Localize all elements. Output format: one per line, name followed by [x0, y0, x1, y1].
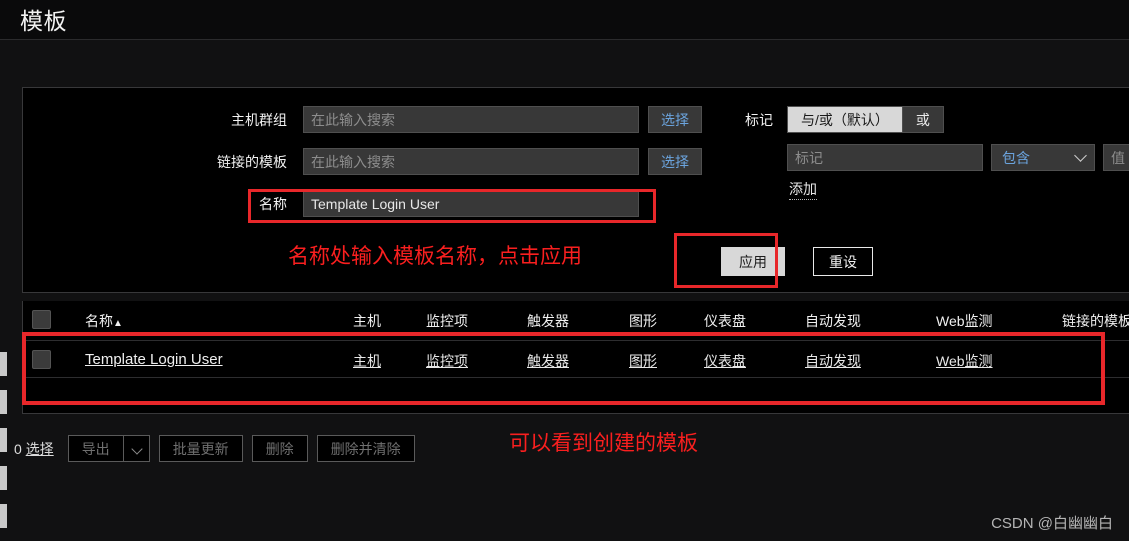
rail-segment — [0, 390, 7, 414]
select-all-checkbox[interactable] — [32, 310, 51, 329]
selected-count-label: 选择 — [25, 440, 54, 457]
chevron-down-icon — [131, 443, 143, 455]
host-group-select-button[interactable]: 选择 — [648, 106, 702, 133]
name-label: 名称 — [259, 195, 287, 212]
filter-row-tag-entry: 包含 — [787, 144, 1129, 171]
watermark: CSDN @白幽幽白 — [991, 515, 1113, 532]
host-group-input[interactable] — [303, 106, 639, 133]
row-link-graphs[interactable]: 图形 — [629, 351, 657, 371]
filter-row-add-tag: 添加 — [789, 181, 817, 200]
filter-row-host-group: 主机群组 选择 — [23, 106, 702, 133]
selected-count-number: 0 — [14, 440, 26, 457]
column-header-triggers[interactable]: 触发器 — [527, 311, 569, 331]
tag-match-value: 包含 — [1002, 149, 1030, 166]
rail-segment — [0, 352, 7, 376]
column-header-graphs[interactable]: 图形 — [629, 311, 657, 331]
filter-actions: 应用 重设 — [699, 247, 873, 276]
filter-row-name: 名称 — [23, 190, 639, 217]
tag-value-input[interactable] — [1103, 144, 1129, 171]
annotation-text-top: 名称处输入模板名称，点击应用 — [288, 245, 582, 268]
column-header-items[interactable]: 监控项 — [426, 311, 468, 331]
page-title: 模板 — [20, 8, 67, 34]
tags-operator-or[interactable]: 或 — [902, 106, 944, 133]
app-root: 模板 主机群组 选择 链接的模板 选择 名称 标记 — [0, 0, 1129, 541]
table-header-row: 名称▲ 主机 监控项 触发器 图形 仪表盘 自动发现 Web监测 链接的模板 — [23, 301, 1129, 339]
host-group-label: 主机群组 — [231, 111, 287, 128]
delete-button[interactable]: 删除 — [251, 435, 308, 462]
templates-table: 名称▲ 主机 监控项 触发器 图形 仪表盘 自动发现 Web监测 链接的模板 T… — [22, 301, 1129, 414]
mass-update-button[interactable]: 批量更新 — [158, 435, 243, 462]
export-button-group[interactable]: 导出 — [67, 435, 150, 462]
delete-clear-button[interactable]: 删除并清除 — [316, 435, 415, 462]
column-header-hosts[interactable]: 主机 — [353, 311, 381, 331]
linked-template-label: 链接的模板 — [217, 153, 287, 170]
tags-operator-and-or[interactable]: 与/或（默认） — [787, 106, 903, 133]
add-tag-link[interactable]: 添加 — [789, 181, 817, 200]
column-header-name-label: 名称 — [85, 313, 113, 329]
linked-template-input[interactable] — [303, 148, 639, 175]
tag-match-select[interactable]: 包含 — [991, 144, 1095, 171]
row-select-checkbox[interactable] — [32, 350, 51, 369]
reset-button[interactable]: 重设 — [813, 247, 873, 276]
row-link-discovery[interactable]: 自动发现 — [805, 351, 861, 371]
column-header-web[interactable]: Web监测 — [936, 311, 993, 331]
annotation-text-bottom: 可以看到创建的模板 — [509, 432, 698, 455]
apply-button[interactable]: 应用 — [721, 247, 785, 276]
tag-name-input[interactable] — [787, 144, 983, 171]
filter-row-tags-operator: 标记 与/或（默认） 或 — [733, 106, 944, 133]
column-header-discovery[interactable]: 自动发现 — [805, 311, 861, 331]
row-link-dashboards[interactable]: 仪表盘 — [704, 351, 746, 371]
rail-segment — [0, 504, 7, 528]
name-input[interactable] — [303, 190, 639, 217]
linked-template-select-button[interactable]: 选择 — [648, 148, 702, 175]
row-link-items[interactable]: 监控项 — [426, 351, 468, 371]
export-dropdown-toggle[interactable] — [122, 435, 150, 462]
export-button[interactable]: 导出 — [67, 435, 123, 462]
column-header-name[interactable]: 名称▲ — [85, 311, 123, 331]
rail-segment — [0, 466, 7, 490]
column-header-dashboards[interactable]: 仪表盘 — [704, 311, 746, 331]
chevron-down-icon — [1074, 149, 1087, 162]
bulk-actions-toolbar: 0 选择 导出 批量更新 删除 删除并清除 — [14, 435, 415, 462]
row-link-triggers[interactable]: 触发器 — [527, 351, 569, 371]
selected-count: 0 选择 — [14, 439, 54, 459]
page-header: 模板 — [0, 0, 1129, 40]
tags-operator-group[interactable]: 与/或（默认） 或 — [787, 106, 944, 133]
template-name-link[interactable]: Template Login User — [85, 351, 223, 368]
tags-label: 标记 — [745, 111, 773, 128]
sort-ascending-icon: ▲ — [113, 318, 123, 329]
left-scroll-rail[interactable] — [0, 40, 7, 541]
column-header-linked-templates[interactable]: 链接的模板 — [1062, 311, 1129, 331]
row-link-hosts[interactable]: 主机 — [353, 351, 381, 371]
rail-segment — [0, 428, 7, 452]
row-link-web[interactable]: Web监测 — [936, 351, 993, 371]
table-row: Template Login User 主机 监控项 触发器 图形 仪表盘 自动… — [23, 340, 1129, 378]
filter-row-linked-template: 链接的模板 选择 — [23, 148, 702, 175]
